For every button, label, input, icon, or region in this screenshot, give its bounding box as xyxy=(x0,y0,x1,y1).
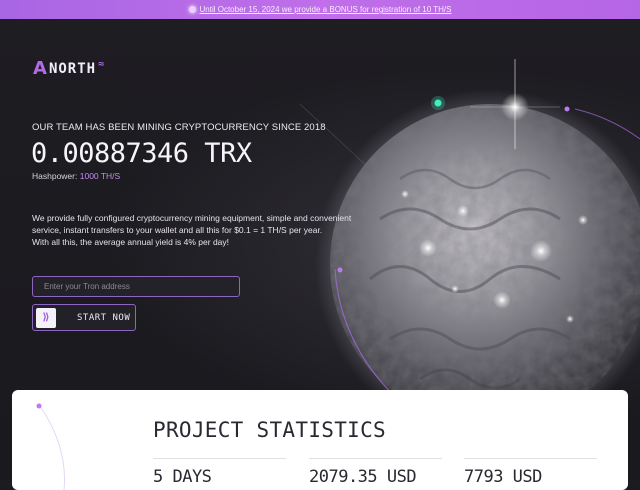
hashpower-info: Hashpower: 1000 TH/S xyxy=(32,171,120,181)
chevrons-right-icon: ⟫ xyxy=(36,307,56,328)
logo-mark: A xyxy=(33,58,48,79)
start-now-button[interactable]: ⟫ START NOW xyxy=(32,304,136,331)
logo-text: NORTH xyxy=(48,60,97,77)
planet-light xyxy=(578,215,588,225)
description-line: We provide fully configured cryptocurren… xyxy=(32,213,352,235)
planet-light xyxy=(566,315,574,323)
orbit-dot xyxy=(564,106,570,112)
tron-address-input[interactable] xyxy=(42,281,239,292)
planet-light xyxy=(419,239,437,257)
planet-light xyxy=(401,190,409,198)
project-statistics-card: PROJECT STATISTICS 5 DAYS 2079.35 USD 77… xyxy=(12,390,628,490)
stat-withdrawn: 7793 USD xyxy=(464,458,597,487)
hero-description: We provide fully configured cryptocurren… xyxy=(32,212,362,248)
hashpower-label: Hashpower: xyxy=(32,171,78,181)
planet-light xyxy=(457,205,469,217)
sparkle-icon xyxy=(188,6,196,13)
stat-days: 5 DAYS xyxy=(153,458,286,487)
stats-title: PROJECT STATISTICS xyxy=(153,418,386,442)
orbit-decoration xyxy=(36,403,66,490)
planet-light xyxy=(493,291,511,309)
description-line: With all this, the average annual yield … xyxy=(32,237,230,247)
stat-deposited: 2079.35 USD xyxy=(309,458,442,487)
address-field-wrapper[interactable] xyxy=(32,276,240,297)
start-now-label: START NOW xyxy=(77,312,131,323)
promo-banner-link[interactable]: Until October 15, 2024 we provide a BONU… xyxy=(200,5,452,14)
hero-subtitle: OUR TEAM HAS BEEN MINING CRYPTOCURRENCY … xyxy=(32,122,326,133)
orbit-dot xyxy=(337,267,343,273)
planet-light xyxy=(530,240,552,262)
logo[interactable]: A NORTH ≈ xyxy=(33,58,105,79)
planet-light xyxy=(451,285,459,293)
mined-amount: 0.00887346 TRX xyxy=(31,138,252,169)
promo-banner[interactable]: Until October 15, 2024 we provide a BONU… xyxy=(0,0,640,19)
logo-wave-icon: ≈ xyxy=(98,59,106,70)
hashpower-value: 1000 TH/S xyxy=(79,171,121,181)
